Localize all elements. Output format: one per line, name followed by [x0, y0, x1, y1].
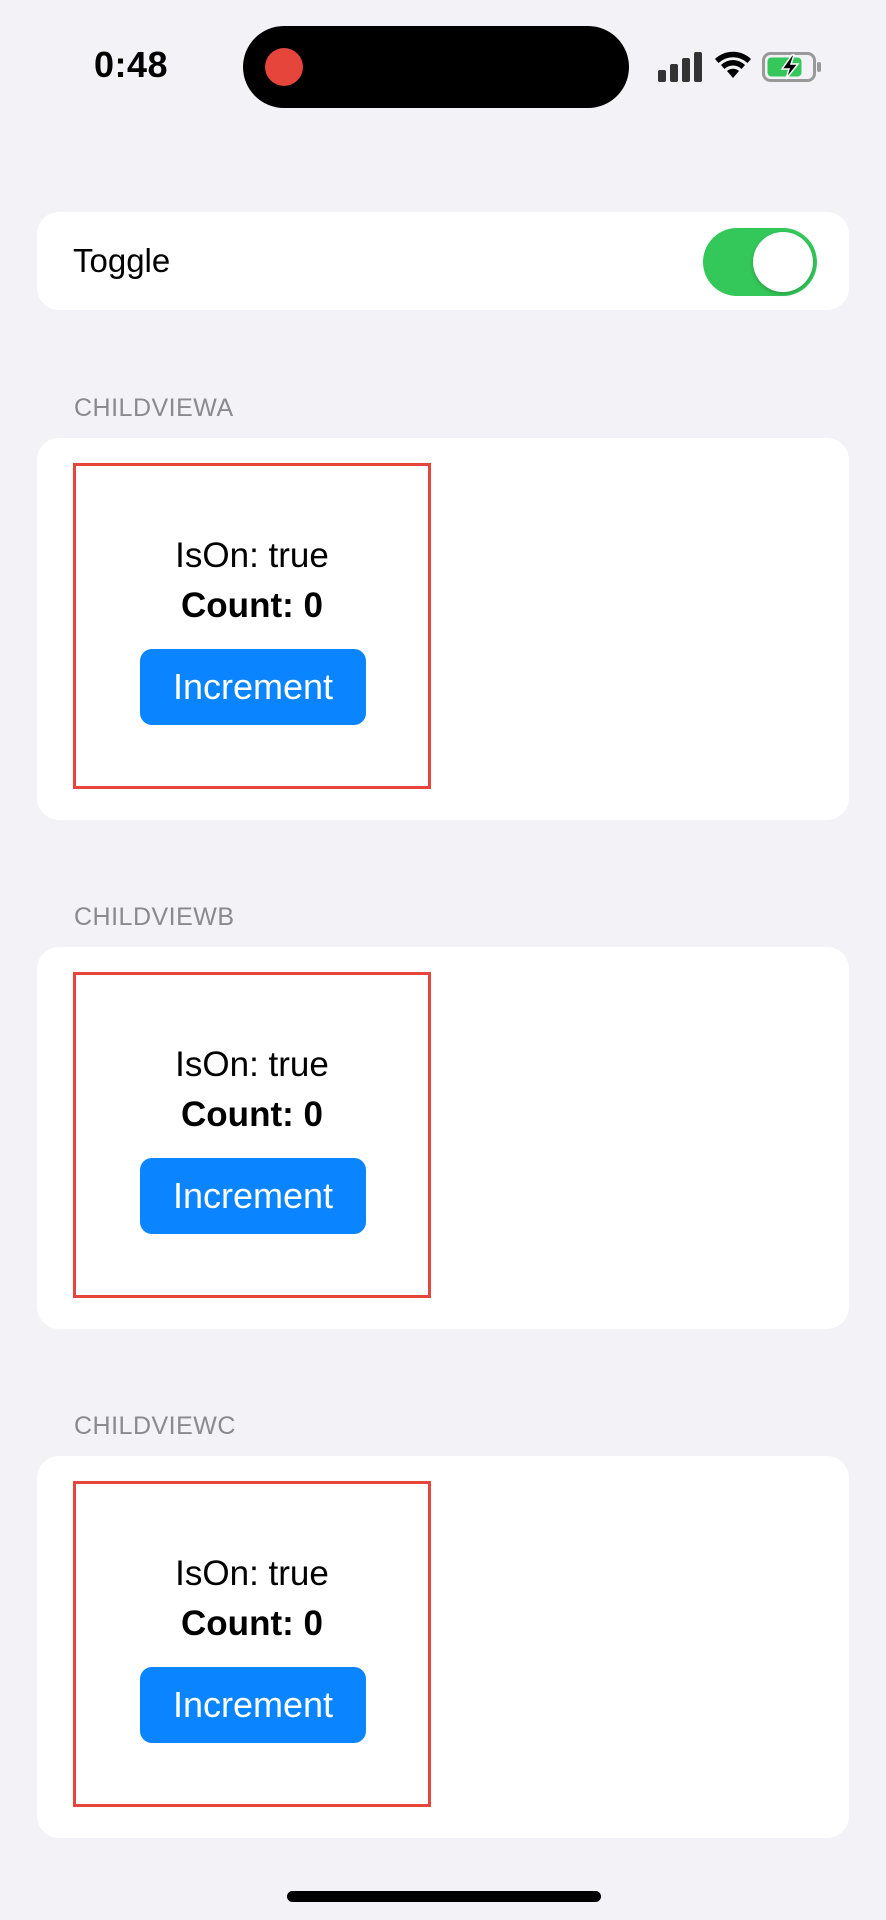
recording-indicator-icon: [265, 48, 303, 86]
toggle-label: Toggle: [73, 242, 171, 279]
section-header-childviewc: CHILDVIEWC: [74, 1412, 236, 1440]
childviewc-card: IsOn: true Count: 0 Increment: [37, 1456, 849, 1838]
battery-charging-icon: [762, 52, 821, 82]
childviewb-bordered-box: IsOn: true Count: 0 Increment: [73, 972, 431, 1298]
ison-text: IsOn: true: [175, 1554, 329, 1593]
status-time: 0:48: [94, 44, 169, 85]
count-text: Count: 0: [181, 586, 323, 625]
status-bar: 0:48: [0, 0, 886, 140]
childviewc-bordered-box: IsOn: true Count: 0 Increment: [73, 1481, 431, 1807]
childviewb-card: IsOn: true Count: 0 Increment: [37, 947, 849, 1329]
childviewa-bordered-box: IsOn: true Count: 0 Increment: [73, 463, 431, 789]
increment-button-a[interactable]: Increment: [140, 649, 366, 725]
count-text: Count: 0: [181, 1604, 323, 1643]
toggle-switch-knob: [753, 232, 813, 292]
count-text: Count: 0: [181, 1095, 323, 1134]
increment-button-c[interactable]: Increment: [140, 1667, 366, 1743]
increment-button-b[interactable]: Increment: [140, 1158, 366, 1234]
section-header-childviewb: CHILDVIEWB: [74, 903, 235, 931]
ison-text: IsOn: true: [175, 1045, 329, 1084]
home-indicator[interactable]: [287, 1891, 601, 1902]
wifi-icon: [715, 51, 751, 78]
toggle-switch[interactable]: [703, 228, 817, 296]
toggle-card: Toggle: [37, 212, 849, 310]
dynamic-island: [243, 26, 629, 108]
childviewa-card: IsOn: true Count: 0 Increment: [37, 438, 849, 820]
section-header-childviewa: CHILDVIEWA: [74, 394, 234, 422]
ison-text: IsOn: true: [175, 536, 329, 575]
cellular-signal-icon: [658, 52, 702, 82]
